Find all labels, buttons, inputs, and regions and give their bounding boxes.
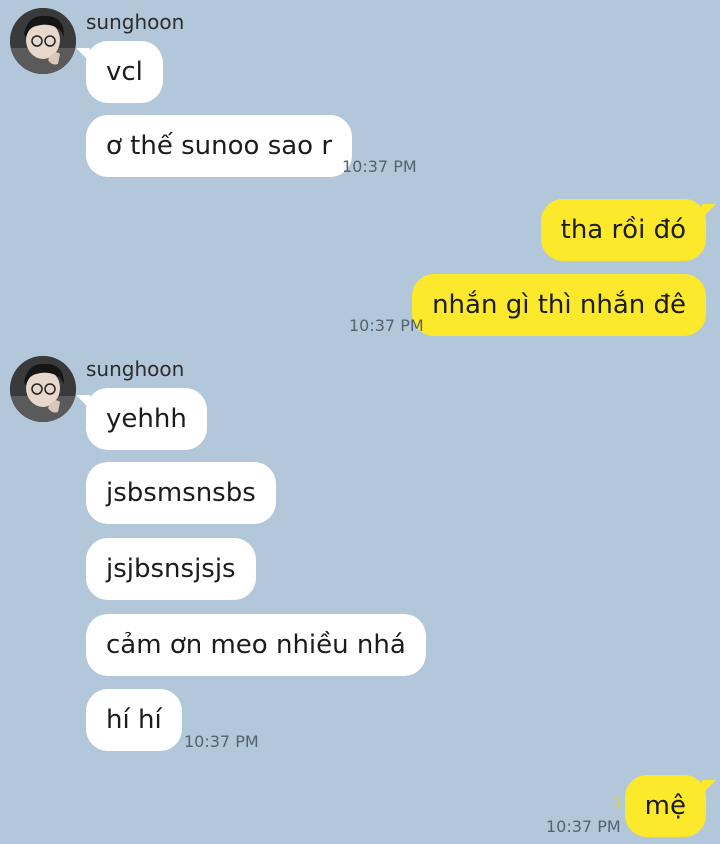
message-timestamp: 10:37 PM	[349, 316, 424, 335]
avatar[interactable]	[10, 8, 76, 74]
message-timestamp: 10:37 PM	[184, 732, 259, 751]
message-bubble[interactable]: cảm ơn meo nhiều nhá	[86, 614, 426, 676]
chat-view[interactable]: sunghoon vcl ơ thế sunoo sao r 10:37 PM …	[0, 0, 720, 844]
message-bubble[interactable]: mệ	[624, 775, 706, 837]
bubble-tail	[702, 780, 716, 794]
message-bubble[interactable]: nhắn gì thì nhắn đê	[412, 274, 706, 336]
message-bubble[interactable]: jsjbsnsjsjs	[86, 538, 256, 600]
sender-name: sunghoon	[86, 10, 185, 34]
bubble-tail	[702, 204, 716, 218]
message-bubble[interactable]: ơ thế sunoo sao r	[86, 115, 353, 177]
avatar[interactable]	[10, 356, 76, 422]
message-bubble[interactable]: yehhh	[86, 388, 207, 450]
message-bubble[interactable]: tha rồi đó	[540, 199, 706, 261]
message-bubble[interactable]: jsbsmsnsbs	[86, 462, 276, 524]
message-bubble[interactable]: vcl	[86, 41, 163, 103]
unread-count: 1	[613, 794, 623, 812]
sender-name: sunghoon	[86, 357, 185, 381]
profile-photo-icon	[10, 356, 76, 422]
message-bubble[interactable]: hí hí	[86, 689, 182, 751]
message-timestamp: 10:37 PM	[342, 157, 417, 176]
message-timestamp: 10:37 PM	[546, 817, 621, 836]
profile-photo-icon	[10, 8, 76, 74]
